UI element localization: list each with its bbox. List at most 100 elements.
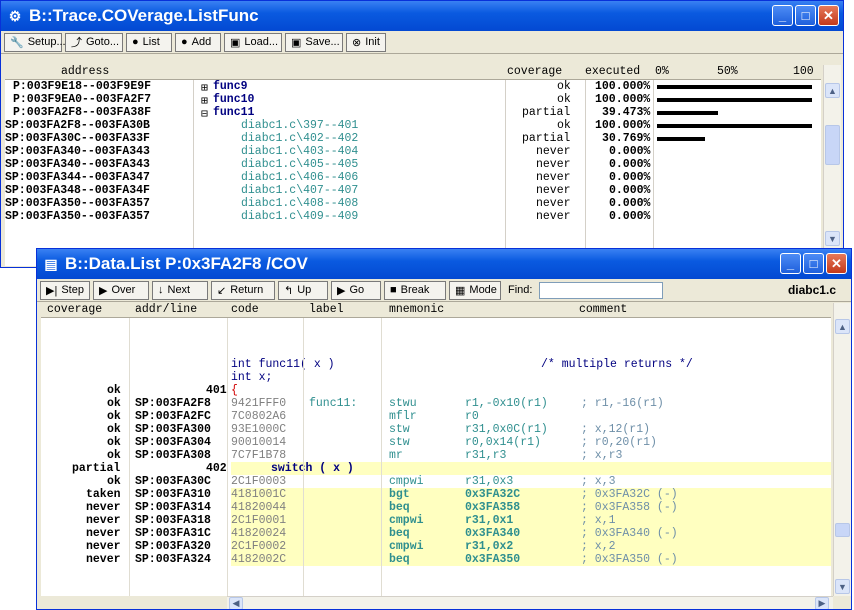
line-address: SP:003FA30C — [135, 475, 211, 488]
asm-line[interactable]: ok SP:003FA308 7C7F1B78 mr r31,r3 ; x,r3 — [41, 449, 831, 462]
row-coverage: never — [536, 197, 571, 210]
col-header-mnemonic[interactable]: mnemonic — [389, 303, 444, 316]
col-header-label[interactable]: label — [309, 303, 344, 316]
find-input[interactable] — [539, 281, 664, 299]
asm-line[interactable]: ok SP:003FA300 93E1000C stw r31,0x0C(r1) ; x,… — [41, 423, 831, 436]
tb2-return-button[interactable]: ↙ Return — [211, 280, 275, 300]
source-line[interactable]: int x; — [41, 371, 831, 384]
line-number: 401 — [206, 384, 227, 397]
opcode: 9421FFF0 — [231, 397, 287, 410]
line-address: SP:003FA2F8 — [135, 397, 211, 410]
line-address: SP:003FA31C — [135, 527, 211, 540]
line-highlight — [231, 527, 831, 540]
source-line[interactable]: ok 401 { — [41, 384, 831, 397]
minimize-icon: _ — [778, 8, 787, 23]
minimize-button[interactable]: _ — [772, 5, 793, 26]
coverage-row[interactable]: SP:003FA340--003FA343 diabc1.c\403--404 ne… — [5, 145, 821, 158]
maximize-button-2[interactable]: □ — [803, 253, 824, 274]
col-header-addr[interactable]: addr/line — [135, 303, 197, 316]
coverage-row[interactable]: SP:003FA2F8--003FA30B diabc1.c\397--401 ok… — [5, 119, 821, 132]
minimize-button-2[interactable]: _ — [780, 253, 801, 274]
scroll-right-icon[interactable]: ▶ — [815, 597, 829, 609]
scroll-down-icon[interactable]: ▼ — [825, 231, 840, 246]
line-address: SP:003FA2FC — [135, 410, 211, 423]
scroll-up-icon[interactable]: ▲ — [835, 319, 850, 334]
coverage-row[interactable]: P:003F9EA0--003FA2F7 ⊞ func10 ok 100.000% — [5, 93, 821, 108]
col-header-address[interactable]: address — [61, 65, 109, 78]
asm-line[interactable]: never SP:003FA318 2C1F0001 cmpwi r31,0x1 ; x,… — [41, 514, 831, 527]
maximize-button[interactable]: □ — [795, 5, 816, 26]
coverage-row[interactable]: SP:003FA348--003FA34F diabc1.c\407--407 ne… — [5, 184, 821, 197]
data-list-hscroll[interactable]: ◀ ▶ — [227, 596, 833, 609]
opcode: 7C0802A6 — [231, 410, 287, 423]
asm-line[interactable]: never SP:003FA324 4182002C beq 0x3FA350 ; 0x3… — [41, 553, 831, 566]
tb2-next-button[interactable]: ↓ Next — [152, 280, 208, 300]
col-header-code[interactable]: code — [231, 303, 259, 316]
row-function: diabc1.c\407--407 — [241, 184, 359, 197]
line-address: SP:003FA308 — [135, 449, 211, 462]
source-line[interactable]: partial 402 switch ( x ) — [41, 462, 831, 475]
tb2-over-button[interactable]: ▶ Over — [93, 280, 149, 300]
coverage-row[interactable]: P:003FA2F8--003FA38F ⊟ func11 partial 39.473… — [5, 106, 821, 121]
asm-line[interactable]: never SP:003FA320 2C1F0002 cmpwi r31,0x2 ; x,… — [41, 540, 831, 553]
tb2-button-label: Next — [167, 284, 191, 296]
coverage-row[interactable]: SP:003FA344--003FA347 diabc1.c\406--406 ne… — [5, 171, 821, 184]
col-header-comment[interactable]: comment — [579, 303, 627, 316]
line-coverage: taken — [86, 488, 121, 501]
asm-line[interactable]: never SP:003FA31C 41820024 beq 0x3FA340 ; 0x3… — [41, 527, 831, 540]
coverage-row[interactable]: SP:003FA350--003FA357 diabc1.c\409--409 ne… — [5, 210, 821, 223]
source-line[interactable]: int func11( x ) /* multiple returns */ — [41, 358, 831, 371]
asm-comment: ; 0x3FA358 (-) — [581, 501, 678, 514]
close-button-2[interactable]: ✕ — [826, 253, 847, 274]
opcode: 41820024 — [231, 527, 287, 540]
scroll-thumb[interactable] — [835, 523, 850, 537]
tb1-save-button[interactable]: ▣ Save... — [285, 32, 343, 52]
tb2-break-button[interactable]: ■ Break — [384, 280, 446, 300]
tb1-goto-button[interactable]: ⤴ Goto... — [65, 32, 123, 52]
operand: r31,0x2 — [465, 540, 514, 553]
row-function: func10 — [213, 93, 255, 106]
coverage-row[interactable]: P:003F9E18--003F9E9F ⊞ func9 ok 100.000% — [5, 80, 821, 95]
tb1-list-button[interactable]: ● List — [126, 32, 172, 52]
tb1-setup-button[interactable]: 🔧 Setup... — [4, 32, 66, 52]
scroll-left-icon[interactable]: ◀ — [229, 597, 243, 609]
tb2-up-button[interactable]: ↰ Up — [278, 280, 328, 300]
asm-line[interactable]: never SP:003FA314 41820044 beq 0x3FA358 ; 0x3… — [41, 501, 831, 514]
line-coverage: ok — [107, 410, 121, 423]
coverage-row[interactable]: SP:003FA30C--003FA33F diabc1.c\402--402 pa… — [5, 132, 821, 145]
column-divider — [653, 80, 654, 266]
return-icon: ↙ — [217, 284, 227, 297]
col-header-executed[interactable]: executed — [585, 65, 640, 78]
asm-line[interactable]: taken SP:003FA310 4181001C bgt 0x3FA32C ; 0x3… — [41, 488, 831, 501]
mnemonic: cmpwi — [389, 514, 424, 527]
line-number: 402 — [206, 462, 227, 475]
scroll-thumb[interactable] — [825, 125, 840, 165]
data-list-vscroll[interactable]: ▲ ▼ — [833, 303, 851, 596]
column-divider — [193, 80, 194, 266]
coverage-vscroll[interactable]: ▲ ▼ — [823, 65, 841, 265]
asm-line[interactable]: ok SP:003FA304 90010014 stw r0,0x14(r1) ; r0,… — [41, 436, 831, 449]
asm-line[interactable]: ok SP:003FA30C 2C1F0003 cmpwi r31,0x3 ; x,3 — [41, 475, 831, 488]
scroll-down-icon[interactable]: ▼ — [835, 579, 850, 594]
tb1-load-button[interactable]: ▣ Load... — [224, 32, 282, 52]
mnemonic: mflr — [389, 410, 417, 423]
tb2-mode-button[interactable]: ▦ Mode — [449, 280, 501, 300]
tb1-init-button[interactable]: ⊗ Init — [346, 32, 386, 52]
line-coverage: ok — [107, 475, 121, 488]
asm-line[interactable]: ok SP:003FA2FC 7C0802A6 mflr r0 — [41, 410, 831, 423]
row-address: SP:003FA350--003FA357 — [5, 210, 150, 223]
col-header-coverage-2[interactable]: coverage — [47, 303, 102, 316]
coverage-window-titlebar[interactable]: ⚙ B::Trace.COVerage.ListFunc _ □ ✕ — [1, 1, 843, 31]
col-header-coverage[interactable]: coverage — [507, 65, 562, 78]
data-list-titlebar[interactable]: ▤ B::Data.List P:0x3FA2F8 /COV _ □ ✕ — [37, 249, 851, 279]
tb1-button-label: Load... — [244, 36, 279, 48]
close-button[interactable]: ✕ — [818, 5, 839, 26]
row-coverage: ok — [557, 93, 571, 106]
coverage-row[interactable]: SP:003FA340--003FA343 diabc1.c\405--405 ne… — [5, 158, 821, 171]
coverage-row[interactable]: SP:003FA350--003FA357 diabc1.c\408--408 ne… — [5, 197, 821, 210]
asm-line[interactable]: ok SP:003FA2F8 9421FFF0 func11: stwu r1,-0x10… — [41, 397, 831, 410]
scroll-up-icon[interactable]: ▲ — [825, 83, 840, 98]
tb1-add-button[interactable]: ● Add — [175, 32, 221, 52]
tb2-go-button[interactable]: ▶ Go — [331, 280, 381, 300]
tb2-step-button[interactable]: ▶| Step — [40, 280, 90, 300]
